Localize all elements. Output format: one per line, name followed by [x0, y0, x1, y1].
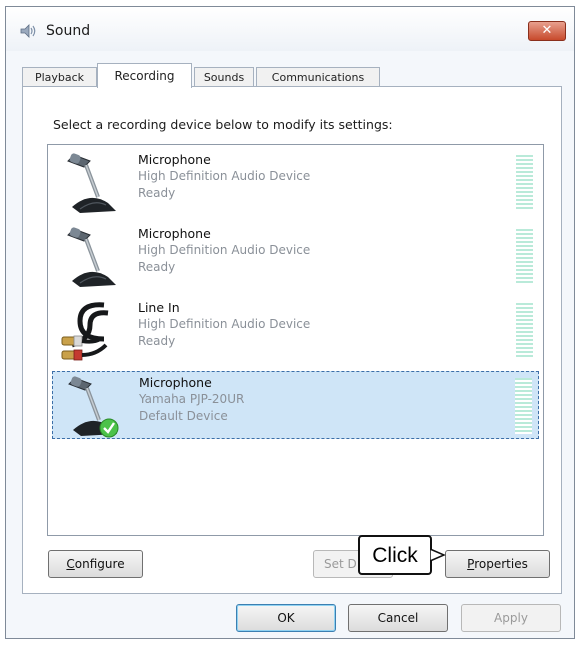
configure-accel: C	[66, 557, 75, 571]
properties-label: roperties	[474, 557, 528, 571]
sound-dialog: Sound ✕ Playback Recording Sounds Commun…	[5, 6, 575, 639]
device-description: High Definition Audio Device	[138, 169, 311, 183]
device-description: High Definition Audio Device	[138, 243, 311, 257]
window-title: Sound	[46, 23, 91, 39]
device-name: Microphone	[138, 152, 211, 167]
instruction-text: Select a recording device below to modif…	[53, 117, 393, 132]
close-button[interactable]: ✕	[528, 21, 566, 41]
apply-label: Apply	[494, 611, 528, 625]
level-meter	[516, 229, 533, 285]
ok-label: OK	[277, 611, 295, 625]
default-check-icon	[99, 418, 119, 438]
list-item[interactable]: Line In High Definition Audio Device Rea…	[52, 297, 539, 365]
tab-communications[interactable]: Communications	[256, 67, 380, 87]
list-item-selected[interactable]: Microphone Yamaha PJP-20UR Default Devic…	[52, 371, 539, 439]
properties-button[interactable]: Properties	[445, 550, 550, 578]
apply-button[interactable]: Apply	[461, 604, 561, 632]
callout-text: Click	[372, 544, 418, 567]
close-icon: ✕	[541, 23, 553, 38]
tab-sounds[interactable]: Sounds	[194, 67, 254, 87]
device-description: Yamaha PJP-20UR	[139, 392, 245, 406]
device-status: Ready	[138, 260, 176, 274]
tab-label: Sounds	[203, 71, 245, 84]
callout-pointer-icon	[430, 548, 446, 562]
device-description: High Definition Audio Device	[138, 317, 311, 331]
speaker-icon	[20, 24, 36, 38]
tab-label: Recording	[114, 69, 175, 83]
microphone-icon	[68, 376, 119, 438]
microphone-icon	[67, 227, 116, 287]
line-in-cable-icon	[61, 302, 109, 361]
level-meter	[515, 378, 532, 434]
cancel-button[interactable]: Cancel	[348, 604, 448, 632]
list-item[interactable]: Microphone High Definition Audio Device …	[52, 223, 539, 291]
configure-label: onfigure	[74, 557, 125, 571]
device-name: Line In	[138, 300, 180, 315]
device-list[interactable]: Microphone High Definition Audio Device …	[47, 144, 544, 536]
list-item[interactable]: Microphone High Definition Audio Device …	[52, 149, 539, 217]
device-name: Microphone	[138, 226, 211, 241]
cancel-label: Cancel	[377, 611, 419, 625]
title-bar[interactable]: Sound ✕	[6, 7, 574, 51]
level-meter	[516, 303, 533, 359]
recording-tab-panel: Select a recording device below to modif…	[22, 86, 562, 594]
tab-label: Playback	[34, 71, 85, 84]
set-default-label: Set D	[324, 557, 357, 571]
device-name: Microphone	[139, 375, 212, 390]
tab-playback[interactable]: Playback	[22, 67, 97, 87]
click-callout: Click	[358, 535, 432, 575]
device-status: Default Device	[139, 409, 228, 423]
device-status: Ready	[138, 334, 176, 348]
configure-button[interactable]: Configure	[48, 550, 143, 578]
tab-recording[interactable]: Recording	[97, 63, 192, 88]
tab-label: Communications	[271, 71, 365, 84]
ok-button[interactable]: OK	[236, 604, 336, 632]
microphone-icon	[67, 153, 116, 213]
device-status: Ready	[138, 186, 176, 200]
level-meter	[516, 155, 533, 211]
